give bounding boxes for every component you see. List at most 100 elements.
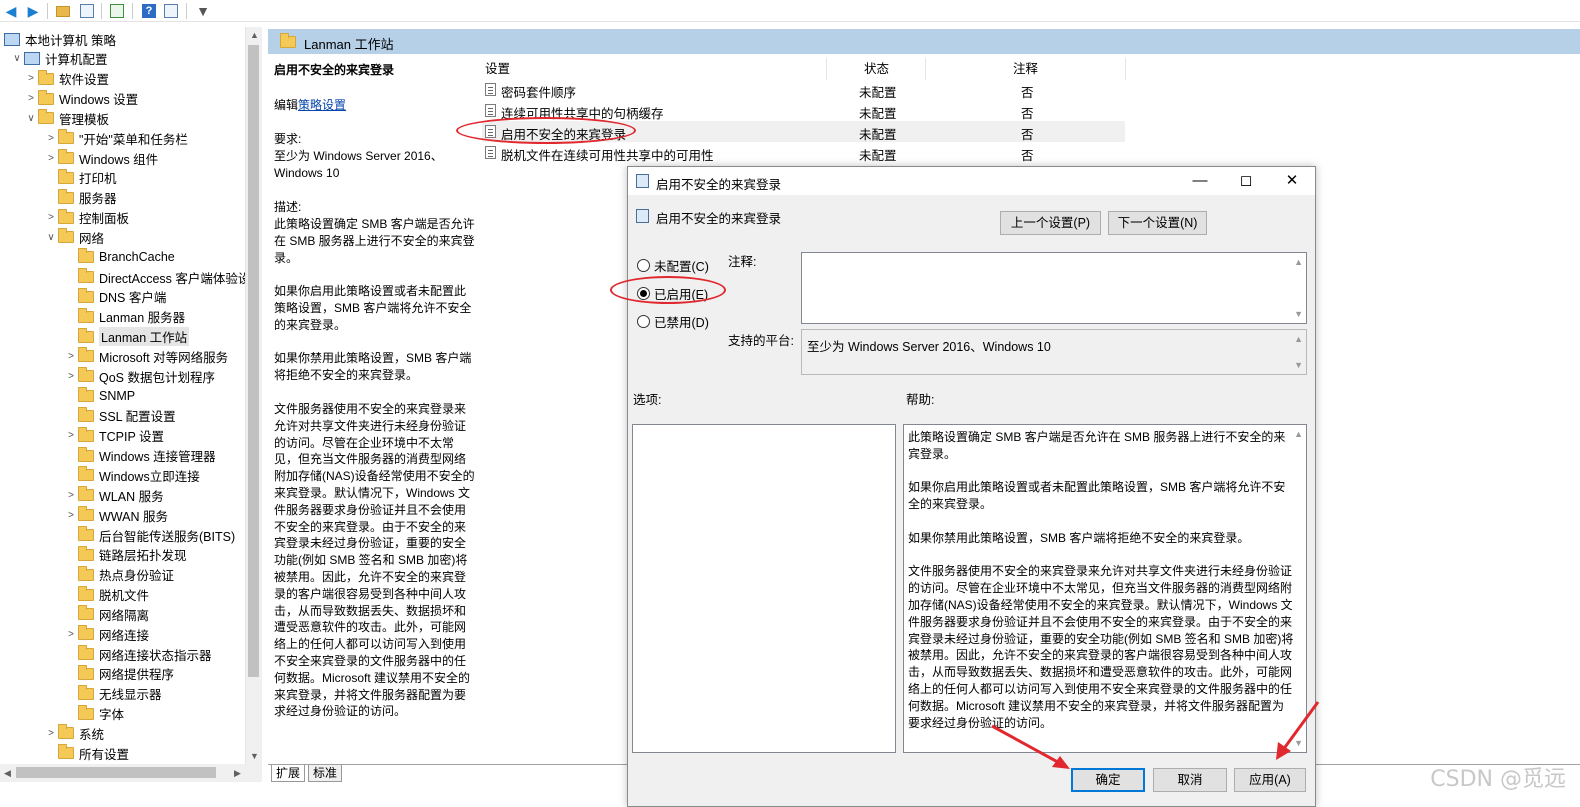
chevron-right-icon[interactable]: > — [44, 153, 58, 164]
chevron-right-icon[interactable]: > — [24, 73, 38, 84]
column-header-setting[interactable]: 设置 — [485, 58, 510, 80]
chevron-right-icon[interactable]: > — [64, 351, 78, 362]
maximize-icon[interactable]: ◻ — [1223, 167, 1269, 195]
scroll-down-icon[interactable]: ▼ — [250, 751, 259, 761]
chevron-down-icon[interactable]: ∨ — [44, 232, 58, 243]
chevron-right-icon[interactable]: > — [24, 93, 38, 104]
back-arrow-icon[interactable]: ◀ — [2, 2, 20, 20]
table-row[interactable]: 脱机文件在连续可用性共享中的可用性 未配置 否 — [482, 142, 1125, 163]
tab-standard[interactable]: 标准 — [308, 765, 343, 782]
minimize-icon[interactable]: — — [1177, 167, 1223, 195]
help-paragraph: 如果你禁用此策略设置，SMB 客户端将拒绝不安全的来宾登录。 — [908, 530, 1250, 545]
tree-item[interactable]: DirectAccess 客户端体验设 — [64, 267, 250, 287]
chevron-down-icon[interactable]: ∨ — [24, 113, 38, 124]
highlight-ellipse-setting — [456, 117, 636, 144]
radio-circle[interactable] — [637, 259, 650, 272]
tree-item[interactable]: > Microsoft 对等网络服务 — [64, 346, 228, 366]
close-icon[interactable]: ✕ — [1269, 167, 1315, 195]
tree-item[interactable]: > Windows 设置 — [24, 89, 138, 109]
previous-setting-button[interactable]: 上一个设置(P) — [1000, 211, 1101, 235]
scroll-down-icon[interactable]: ▼ — [1294, 360, 1303, 370]
radio-circle[interactable] — [637, 315, 650, 328]
scroll-right-icon[interactable]: ▶ — [234, 768, 241, 779]
scroll-up-icon[interactable]: ▲ — [1294, 429, 1303, 439]
tree-item[interactable]: 热点身份验证 — [64, 565, 174, 585]
tree-item[interactable]: SNMP — [64, 386, 135, 406]
tree-item[interactable]: 打印机 — [44, 168, 117, 188]
tree-item[interactable]: > 网络连接 — [64, 624, 149, 644]
tree-item[interactable]: 本地计算机 策略 — [4, 29, 116, 49]
column-separator[interactable] — [826, 58, 827, 80]
options-label: 选项: — [633, 393, 662, 407]
up-folder-icon[interactable] — [54, 2, 72, 20]
column-separator[interactable] — [925, 58, 926, 80]
tree-item[interactable]: > "开始"菜单和任务栏 — [44, 128, 188, 148]
tree-item-label: 链路层拓扑发现 — [99, 549, 187, 564]
column-header-comment[interactable]: 注释 — [1013, 58, 1038, 80]
tree-item[interactable]: BranchCache — [64, 247, 175, 267]
view-icon[interactable] — [162, 2, 180, 20]
tree-item-label: 软件设置 — [59, 73, 110, 88]
tree-item[interactable]: Windows 连接管理器 — [64, 446, 216, 466]
tree-item[interactable]: ∨ 网络 — [44, 227, 104, 247]
tree-item[interactable]: 网络提供程序 — [64, 664, 174, 684]
radio-disabled[interactable]: 已禁用(D) — [637, 312, 709, 331]
scroll-left-icon[interactable]: ◀ — [4, 768, 11, 779]
tree-scroll-thumb[interactable] — [248, 45, 259, 677]
help-icon[interactable]: ? — [140, 2, 158, 20]
tree-item[interactable]: > 控制面板 — [44, 208, 129, 228]
tree-item[interactable]: 脱机文件 — [64, 585, 149, 605]
scroll-up-icon[interactable]: ▲ — [1294, 257, 1303, 267]
tree-item[interactable]: 后台智能传送服务(BITS) — [64, 525, 235, 545]
tree-item[interactable]: Lanman 工作站 — [64, 327, 190, 347]
tree-item[interactable]: Lanman 服务器 — [64, 307, 185, 327]
tree-item[interactable]: > WWAN 服务 — [64, 505, 168, 525]
chevron-right-icon[interactable]: > — [44, 212, 58, 223]
chevron-right-icon[interactable]: > — [64, 510, 78, 521]
tree-item[interactable]: 字体 — [64, 704, 124, 724]
tree-item[interactable]: Windows立即连接 — [64, 465, 200, 485]
tree-item[interactable]: > Windows 组件 — [44, 148, 158, 168]
column-header-state[interactable]: 状态 — [864, 58, 889, 80]
tree-item[interactable]: SSL 配置设置 — [64, 406, 176, 426]
edit-policy-link[interactable]: 策略设置 — [298, 98, 346, 112]
tree-item[interactable]: 网络隔离 — [64, 604, 149, 624]
forward-arrow-icon[interactable]: ▶ — [24, 2, 42, 20]
column-separator[interactable] — [1125, 58, 1126, 80]
chevron-right-icon[interactable]: > — [64, 490, 78, 501]
table-row[interactable]: 密码套件顺序 未配置 否 — [482, 79, 1125, 100]
scroll-up-icon[interactable]: ▲ — [1294, 334, 1303, 344]
tree-item[interactable]: > QoS 数据包计划程序 — [64, 366, 215, 386]
tree-hscroll-thumb[interactable] — [16, 767, 216, 778]
tree-item[interactable]: ∨ 计算机配置 — [10, 49, 108, 69]
tree-item[interactable]: > 软件设置 — [24, 69, 109, 89]
filter-icon[interactable]: ▼ — [194, 2, 212, 20]
tree-item[interactable]: > TCPIP 设置 — [64, 426, 164, 446]
next-setting-button[interactable]: 下一个设置(N) — [1108, 211, 1207, 235]
chevron-right-icon[interactable]: > — [64, 629, 78, 640]
tree-item[interactable]: 无线显示器 — [64, 684, 162, 704]
tree-item[interactable]: > 系统 — [44, 723, 104, 743]
chevron-right-icon[interactable]: > — [64, 430, 78, 441]
scroll-up-icon[interactable]: ▲ — [250, 30, 259, 40]
tree-item[interactable]: > WLAN 服务 — [64, 485, 164, 505]
chevron-right-icon[interactable]: > — [44, 133, 58, 144]
chevron-right-icon[interactable]: > — [64, 371, 78, 382]
show-tree-icon[interactable] — [78, 2, 96, 20]
scroll-down-icon[interactable]: ▼ — [1294, 309, 1303, 319]
requirements-text: 至少为 Windows Server 2016、Windows 10 — [274, 149, 443, 180]
tree-item[interactable]: ∨ 管理模板 — [24, 108, 109, 128]
comment-textarea[interactable]: ▲ ▼ — [801, 252, 1307, 324]
chevron-down-icon[interactable]: ∨ — [10, 53, 24, 64]
tree-item[interactable]: 网络连接状态指示器 — [64, 644, 212, 664]
tree-item[interactable]: DNS 客户端 — [64, 287, 166, 307]
tree-item[interactable]: 所有设置 — [44, 743, 129, 763]
dialog-titlebar[interactable]: 启用不安全的来宾登录 — ◻ ✕ — [628, 167, 1315, 195]
tab-extended[interactable]: 扩展 — [271, 765, 306, 782]
radio-not-configured[interactable]: 未配置(C) — [637, 256, 709, 275]
export-icon[interactable] — [108, 2, 126, 20]
tree-item[interactable]: 服务器 — [44, 188, 117, 208]
tree-item[interactable]: 链路层拓扑发现 — [64, 545, 187, 565]
chevron-right-icon[interactable]: > — [44, 728, 58, 739]
tree-item-label: 后台智能传送服务(BITS) — [99, 529, 236, 544]
